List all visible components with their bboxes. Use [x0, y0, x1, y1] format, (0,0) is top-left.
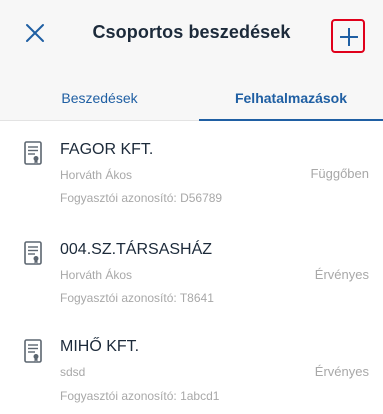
status-label: Érvényes — [314, 267, 369, 282]
certificate-document-icon — [24, 141, 42, 165]
item-person: sdsd — [60, 365, 86, 379]
plus-icon — [340, 28, 358, 46]
item-consumer-id: Fogyasztói azonosító: D56789 — [60, 191, 223, 205]
page-title: Csoportos beszedések — [92, 22, 291, 42]
list-item[interactable]: MIHŐ KFT. sdsd Fogyasztói azonosító: 1ab… — [0, 318, 383, 414]
item-name: FAGOR KFT. — [60, 141, 154, 158]
screen: Csoportos beszedések Beszedések Felhatal… — [0, 0, 383, 414]
status-label: Érvényes — [314, 364, 369, 379]
close-button[interactable] — [24, 22, 46, 44]
certificate-document-icon — [24, 241, 42, 265]
certificate-document-icon — [24, 339, 42, 363]
tab-bar: Beszedések Felhatalmazások — [0, 70, 383, 121]
item-name: MIHŐ KFT. — [60, 338, 140, 355]
item-person: Horváth Ákos — [60, 168, 133, 182]
add-button[interactable] — [331, 19, 365, 53]
item-person: Horváth Ákos — [60, 268, 133, 282]
list-item[interactable]: 004.SZ.TÁRSASHÁZ Horváth Ákos Fogyasztói… — [0, 222, 383, 318]
tab-beszedesek[interactable]: Beszedések — [0, 70, 199, 120]
item-consumer-id: Fogyasztói azonosító: 1abcd1 — [60, 389, 220, 403]
header: Csoportos beszedések — [0, 0, 383, 70]
status-label: Függőben — [310, 166, 369, 181]
close-icon — [26, 24, 44, 42]
item-consumer-id: Fogyasztói azonosító: T8641 — [60, 291, 214, 305]
item-name: 004.SZ.TÁRSASHÁZ — [60, 241, 213, 258]
list-item[interactable]: FAGOR KFT. Horváth Ákos Fogyasztói azono… — [0, 120, 383, 222]
tab-felhatalmazasok[interactable]: Felhatalmazások — [199, 70, 383, 120]
